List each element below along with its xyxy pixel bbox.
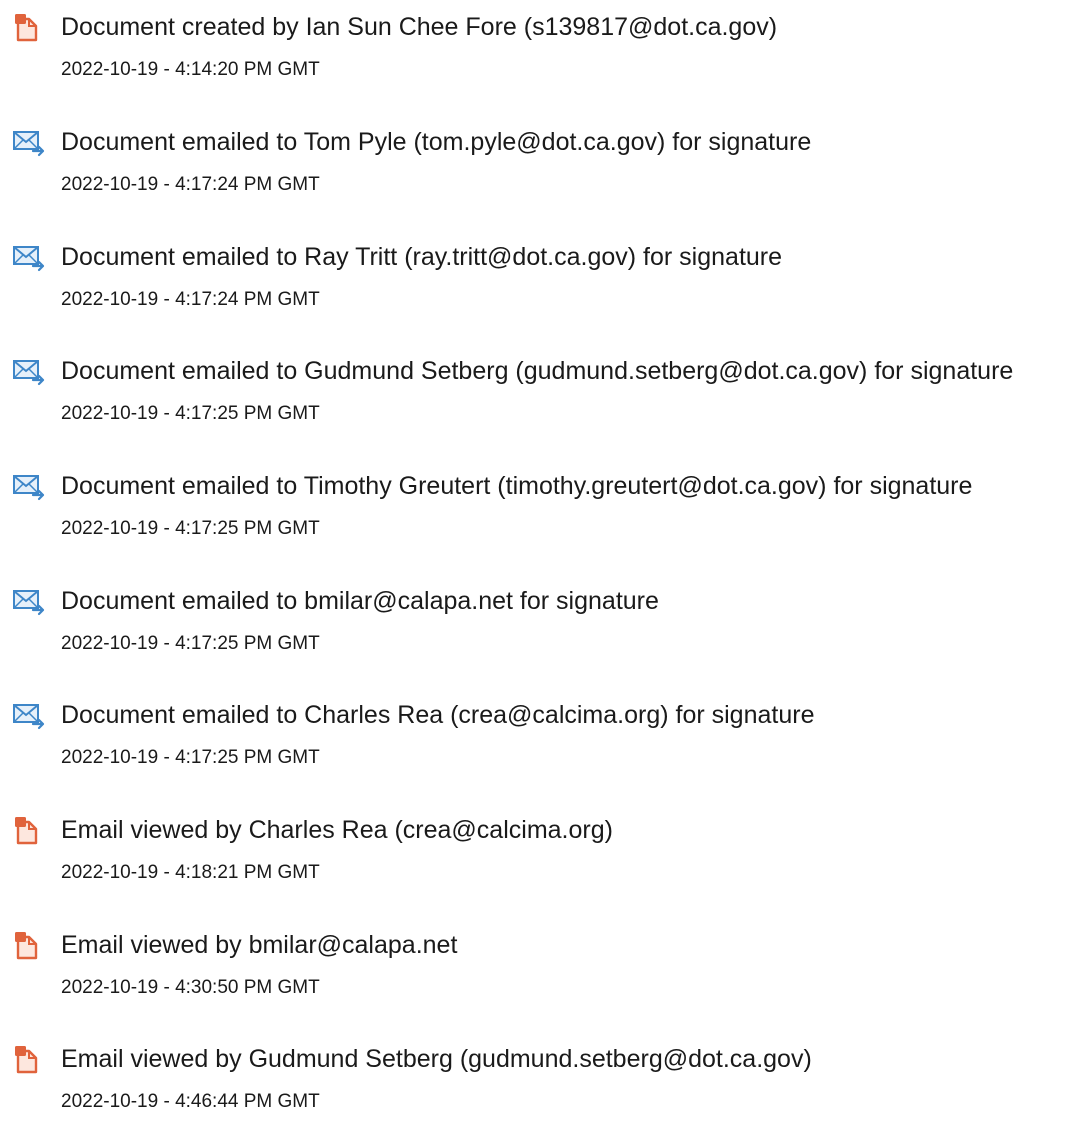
event-timestamp: 2022-10-19 - 4:17:25 PM GMT — [61, 747, 320, 768]
event-item: Email viewed by bmilar@calapa.net 2022-1… — [0, 918, 1077, 1018]
event-item: Document emailed to Tom Pyle (tom.pyle@d… — [0, 115, 1077, 215]
event-item: Email viewed by Gudmund Setberg (gudmund… — [0, 1032, 1077, 1132]
event-timestamp: 2022-10-19 - 4:17:24 PM GMT — [61, 289, 320, 310]
email-sent-icon — [12, 471, 46, 501]
event-timestamp: 2022-10-19 - 4:30:50 PM GMT — [61, 977, 320, 998]
event-timestamp: 2022-10-19 - 4:14:20 PM GMT — [61, 59, 320, 80]
document-icon — [12, 12, 46, 42]
event-item: Document emailed to Ray Tritt (ray.tritt… — [0, 230, 1077, 330]
event-item: Document created by Ian Sun Chee Fore (s… — [0, 0, 1077, 100]
event-description: Document emailed to bmilar@calapa.net fo… — [61, 587, 659, 615]
event-description: Document created by Ian Sun Chee Fore (s… — [61, 13, 778, 41]
event-item: Document emailed to Timothy Greutert (ti… — [0, 459, 1077, 559]
event-timestamp: 2022-10-19 - 4:17:24 PM GMT — [61, 174, 320, 195]
event-description: Document emailed to Gudmund Setberg (gud… — [61, 357, 1014, 385]
event-item: Document emailed to bmilar@calapa.net fo… — [0, 574, 1077, 674]
event-description: Document emailed to Tom Pyle (tom.pyle@d… — [61, 128, 812, 156]
event-item: Document emailed to Charles Rea (crea@ca… — [0, 688, 1077, 788]
document-icon — [12, 930, 46, 960]
event-description: Email viewed by Gudmund Setberg (gudmund… — [61, 1045, 812, 1073]
document-icon — [12, 1044, 46, 1074]
email-sent-icon — [12, 127, 46, 157]
audit-event-list: Document created by Ian Sun Chee Fore (s… — [0, 0, 1077, 1112]
email-sent-icon — [12, 242, 46, 272]
event-timestamp: 2022-10-19 - 4:18:21 PM GMT — [61, 862, 320, 883]
email-sent-icon — [12, 700, 46, 730]
document-icon — [12, 815, 46, 845]
event-timestamp: 2022-10-19 - 4:17:25 PM GMT — [61, 633, 320, 654]
event-description: Email viewed by bmilar@calapa.net — [61, 931, 458, 959]
event-item: Email viewed by Charles Rea (crea@calcim… — [0, 803, 1077, 903]
event-timestamp: 2022-10-19 - 4:17:25 PM GMT — [61, 403, 320, 424]
email-sent-icon — [12, 586, 46, 616]
email-sent-icon — [12, 356, 46, 386]
event-timestamp: 2022-10-19 - 4:46:44 PM GMT — [61, 1091, 320, 1112]
event-item: Document emailed to Gudmund Setberg (gud… — [0, 344, 1077, 444]
event-description: Email viewed by Charles Rea (crea@calcim… — [61, 816, 613, 844]
event-description: Document emailed to Timothy Greutert (ti… — [61, 472, 973, 500]
event-description: Document emailed to Charles Rea (crea@ca… — [61, 701, 815, 729]
event-timestamp: 2022-10-19 - 4:17:25 PM GMT — [61, 518, 320, 539]
event-description: Document emailed to Ray Tritt (ray.tritt… — [61, 243, 783, 271]
